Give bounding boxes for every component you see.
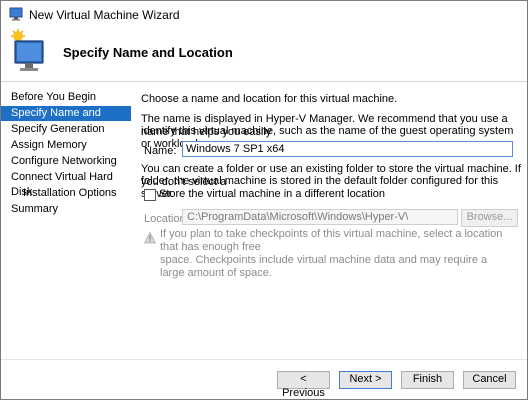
wizard-header: Specify Name and Location	[1, 29, 527, 82]
sidebar-item-summary[interactable]: Summary	[1, 202, 131, 217]
sidebar-item-specify-name-and-location[interactable]: Specify Name and Location	[1, 106, 131, 134]
previous-button[interactable]: < Previous	[277, 371, 330, 399]
intro-text: Choose a name and location for this virt…	[141, 93, 398, 105]
main-content: Choose a name and location for this virt…	[141, 91, 521, 341]
sidebar-item-connect-virtual-hard-disk[interactable]: Connect Virtual Hard Disk	[1, 170, 131, 198]
wizard-window: New Virtual Machine Wizard Specify Name …	[0, 0, 528, 400]
name-label: Name:	[144, 145, 177, 157]
different-location-checkbox-label[interactable]: Store the virtual machine in a different…	[159, 188, 385, 200]
browse-button: Browse...	[461, 209, 518, 227]
wizard-monitor-icon	[11, 29, 44, 71]
checkpoint-warning: If you plan to take checkpoints of this …	[160, 228, 510, 280]
cancel-button[interactable]: Cancel	[463, 371, 516, 389]
checkpoint-warning-line-1: If you plan to take checkpoints of this …	[160, 228, 503, 253]
finish-button[interactable]: Finish	[401, 371, 454, 389]
different-location-checkbox[interactable]	[144, 189, 156, 201]
sidebar-item-installation-options[interactable]: Installation Options	[1, 186, 131, 201]
sidebar-item-before-you-begin[interactable]: Before You Begin	[1, 90, 131, 105]
next-button[interactable]: Next >	[339, 371, 392, 389]
warning-icon	[144, 232, 156, 244]
name-input[interactable]	[182, 141, 513, 157]
footer-divider	[1, 359, 527, 360]
title-bar: New Virtual Machine Wizard	[1, 1, 527, 29]
location-input	[182, 209, 458, 225]
window-title: New Virtual Machine Wizard	[29, 8, 180, 22]
wizard-steps-sidebar: Before You Begin Specify Name and Locati…	[1, 87, 131, 337]
page-title: Specify Name and Location	[63, 45, 233, 60]
sidebar-item-assign-memory[interactable]: Assign Memory	[1, 138, 131, 153]
checkpoint-warning-line-2: space. Checkpoints include virtual machi…	[160, 254, 488, 279]
sidebar-item-specify-generation[interactable]: Specify Generation	[1, 122, 131, 137]
sidebar-item-configure-networking[interactable]: Configure Networking	[1, 154, 131, 169]
virtual-machine-icon	[9, 7, 23, 21]
